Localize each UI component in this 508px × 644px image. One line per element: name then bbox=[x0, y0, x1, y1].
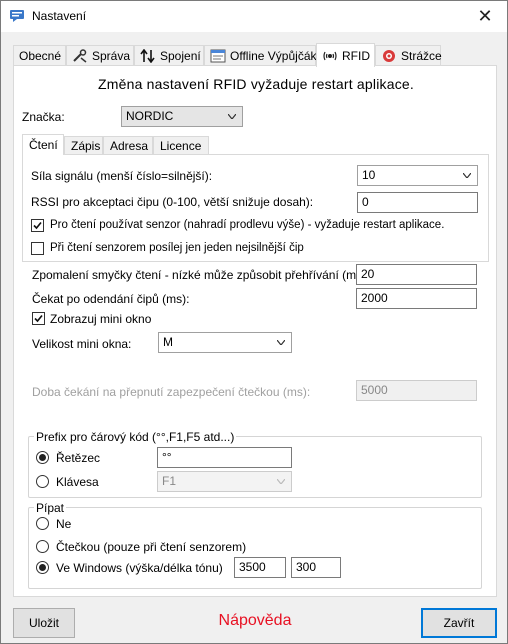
beep-no-radio[interactable] bbox=[36, 517, 49, 530]
close-window-button[interactable]: ✕ bbox=[463, 1, 507, 32]
tab-label: Správa bbox=[92, 49, 131, 63]
tab-rfid[interactable]: RFID bbox=[316, 43, 375, 67]
subtab-cteni[interactable]: Čtení bbox=[22, 134, 64, 155]
beep-group-title: Pípat bbox=[34, 501, 67, 515]
close-button[interactable]: Zavřít bbox=[421, 608, 497, 638]
beep-reader-label: Čtečkou (pouze při čtení senzorem) bbox=[56, 540, 247, 554]
subtab-label: Adresa bbox=[110, 138, 149, 153]
reader-wait-label: Doba čekání na přepnutí zapezpečení čteč… bbox=[32, 385, 311, 399]
tab-label: Spojení bbox=[160, 49, 201, 63]
tools-icon bbox=[72, 49, 88, 63]
slowdown-label: Zpomalení smyčky čtení - nízké může způs… bbox=[32, 268, 370, 282]
restart-warning: Změna nastavení RFID vyžaduje restart ap… bbox=[98, 76, 414, 92]
beep-windows-radio[interactable] bbox=[36, 561, 49, 574]
sensor-checkbox[interactable] bbox=[31, 219, 44, 232]
prefix-key-label: Klávesa bbox=[56, 475, 99, 489]
rfid-tag-icon bbox=[322, 49, 338, 63]
tab-obecne[interactable]: Obecné bbox=[13, 45, 66, 66]
prefix-string-label: Řetězec bbox=[56, 451, 101, 465]
tab-label: Obecné bbox=[19, 49, 62, 63]
tab-label: RFID bbox=[342, 48, 370, 63]
prefix-group-title: Prefix pro čárový kód (°°,F1,F5 atd...) bbox=[34, 430, 237, 444]
checkmark-icon bbox=[33, 221, 42, 230]
beep-pitch-input[interactable]: 3500 bbox=[234, 557, 286, 578]
chevron-down-icon bbox=[228, 114, 236, 119]
notepad-icon bbox=[210, 49, 226, 63]
signal-strength-select[interactable]: 10 bbox=[357, 165, 478, 186]
beep-length-input[interactable]: 300 bbox=[291, 557, 341, 578]
window-title: Nastavení bbox=[32, 9, 87, 23]
brand-select[interactable]: NORDIC bbox=[121, 106, 243, 127]
tab-spojeni[interactable]: Spojení bbox=[134, 45, 204, 66]
rssi-input[interactable]: 0 bbox=[357, 192, 478, 213]
prefix-string-radio[interactable] bbox=[36, 451, 49, 464]
prefix-key-value: F1 bbox=[162, 474, 177, 488]
wait-after-removal-label: Čekat po odendání čipů (ms): bbox=[32, 292, 190, 306]
signal-strength-value: 10 bbox=[362, 168, 376, 182]
prefix-key-select: F1 bbox=[157, 471, 292, 492]
chevron-down-icon bbox=[277, 340, 285, 345]
beep-windows-label: Ve Windows (výška/délka tónu) bbox=[56, 561, 223, 575]
rfid-tab-panel: Změna nastavení RFID vyžaduje restart ap… bbox=[13, 65, 497, 597]
single-chip-label: Při čtení senzorem posílej jen jeden nej… bbox=[50, 242, 304, 254]
slowdown-input[interactable]: 20 bbox=[356, 264, 477, 285]
tab-label: Offline Výpůjčák bbox=[230, 49, 317, 63]
subtab-licence[interactable]: Licence bbox=[153, 136, 209, 154]
close-icon: ✕ bbox=[477, 6, 493, 26]
mini-size-select[interactable]: M bbox=[158, 332, 292, 353]
beep-reader-radio[interactable] bbox=[36, 540, 49, 553]
tab-offline-vypujcak[interactable]: Offline Výpůjčák bbox=[204, 45, 317, 66]
subtab-label: Licence bbox=[160, 138, 202, 153]
mini-window-checkbox[interactable] bbox=[32, 312, 45, 325]
title-bar: Nastavení ✕ bbox=[1, 1, 507, 32]
subtab-adresa[interactable]: Adresa bbox=[103, 136, 153, 154]
settings-window: Nastavení ✕ Obecné Správa Spojení Offlin… bbox=[0, 0, 508, 644]
single-chip-checkbox[interactable] bbox=[31, 242, 44, 255]
mini-window-label: Zobrazuj mini okno bbox=[50, 312, 152, 326]
app-icon bbox=[9, 9, 25, 23]
subtab-zapis[interactable]: Zápis bbox=[64, 136, 103, 154]
mini-size-label: Velikost mini okna: bbox=[32, 337, 132, 351]
chevron-down-icon bbox=[463, 173, 471, 178]
tab-strazce[interactable]: Strážce bbox=[375, 45, 442, 66]
checkmark-icon bbox=[34, 314, 43, 323]
rssi-label: RSSI pro akceptaci čipu (0-100, větší sn… bbox=[31, 195, 314, 209]
tab-sprava[interactable]: Správa bbox=[66, 45, 134, 66]
tab-label: Strážce bbox=[401, 49, 442, 63]
chevron-down-icon bbox=[277, 479, 285, 484]
wait-after-removal-input[interactable]: 2000 bbox=[356, 288, 477, 309]
reader-wait-input: 5000 bbox=[356, 380, 477, 401]
arrows-updown-icon bbox=[140, 48, 156, 64]
signal-strength-label: Síla signálu (menší číslo=silnější): bbox=[31, 169, 213, 183]
brand-select-value: NORDIC bbox=[126, 109, 174, 123]
sensor-checkbox-label: Pro čtení používat senzor (nahradí prodl… bbox=[50, 219, 445, 231]
mini-size-value: M bbox=[163, 335, 173, 349]
prefix-string-input[interactable]: °° bbox=[157, 447, 292, 468]
reading-subpanel: Síla signálu (menší číslo=silnější): 10 … bbox=[22, 154, 489, 262]
subtab-label: Čtení bbox=[29, 138, 58, 152]
prefix-key-radio[interactable] bbox=[36, 475, 49, 488]
subtab-label: Zápis bbox=[71, 138, 101, 153]
beep-no-label: Ne bbox=[56, 517, 72, 531]
brand-label: Značka: bbox=[22, 110, 65, 124]
shield-icon bbox=[381, 49, 397, 63]
